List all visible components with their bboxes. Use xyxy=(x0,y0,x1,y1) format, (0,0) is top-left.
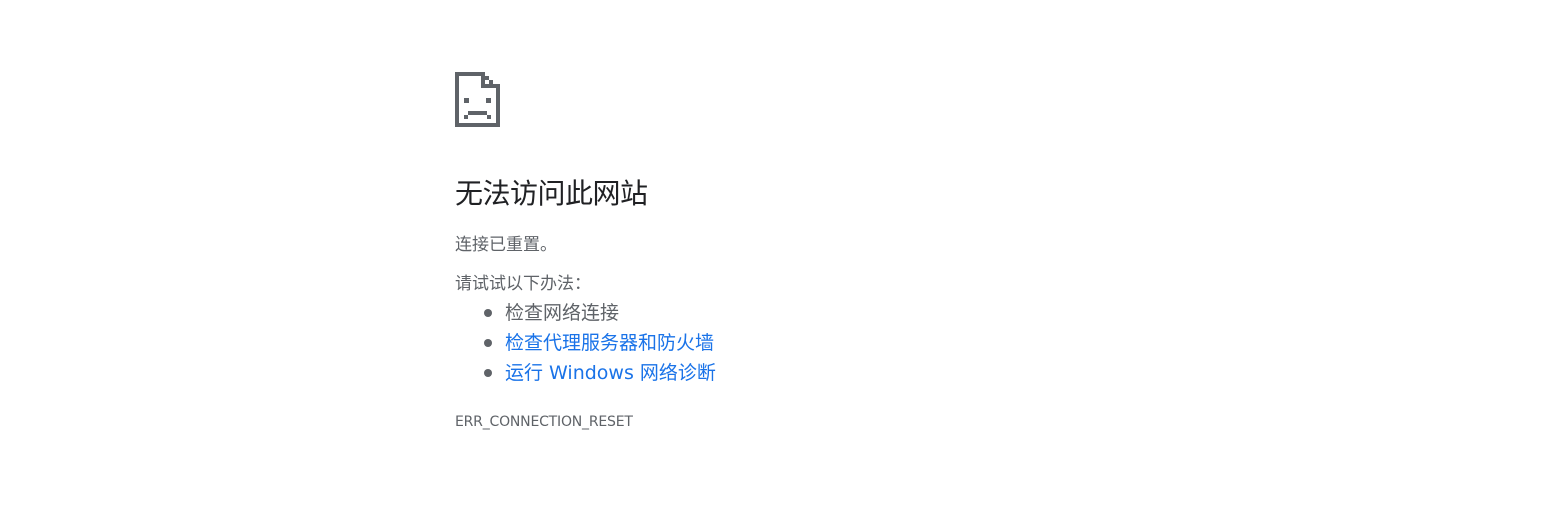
bullet-icon xyxy=(484,309,492,317)
error-reason: 连接已重置。 xyxy=(455,235,557,255)
bullet-icon xyxy=(484,369,492,377)
list-item: 运行 Windows 网络诊断 xyxy=(484,358,1055,388)
bullet-icon xyxy=(484,339,492,347)
suggestions-intro: 请试试以下办法： xyxy=(455,274,591,294)
error-page: 无法访问此网站 连接已重置。 请试试以下办法： 检查网络连接 检查代理服务器和防… xyxy=(455,72,1055,431)
suggestions-list: 检查网络连接 检查代理服务器和防火墙 运行 Windows 网络诊断 xyxy=(455,298,1055,388)
page-title: 无法访问此网站 xyxy=(455,177,648,210)
sad-page-icon xyxy=(455,72,500,127)
error-code: ERR_CONNECTION_RESET xyxy=(455,414,633,430)
suggestion-check-network: 检查网络连接 xyxy=(505,302,620,324)
run-network-diagnostics-link[interactable]: 运行 Windows 网络诊断 xyxy=(505,362,716,384)
list-item: 检查网络连接 xyxy=(484,298,1055,328)
check-proxy-firewall-link[interactable]: 检查代理服务器和防火墙 xyxy=(505,332,714,354)
list-item: 检查代理服务器和防火墙 xyxy=(484,328,1055,358)
